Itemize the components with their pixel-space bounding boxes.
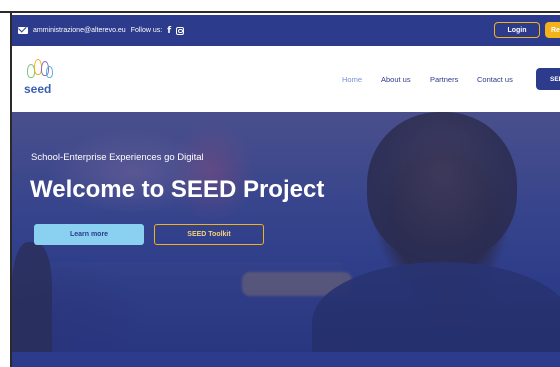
login-button[interactable]: Login bbox=[494, 22, 540, 38]
facebook-icon[interactable]: f bbox=[167, 26, 171, 36]
instagram-icon[interactable] bbox=[176, 26, 185, 35]
window-frame-left bbox=[0, 13, 12, 367]
contact-email-link[interactable]: amministrazione@alterevo.eu bbox=[33, 27, 126, 34]
main-navbar: seed Home About us Partners Contact us S… bbox=[12, 46, 560, 112]
register-button[interactable]: Reg bbox=[545, 22, 560, 38]
learn-more-button[interactable]: Learn more bbox=[34, 224, 144, 245]
hero-banner: School-Enterprise Experiences go Digital… bbox=[12, 112, 560, 352]
nav-partners[interactable]: Partners bbox=[430, 75, 458, 84]
bottom-band bbox=[12, 352, 560, 367]
follow-us-label: Follow us: bbox=[130, 27, 163, 34]
logo-leaf-blue bbox=[46, 66, 53, 78]
hero-title: Welcome to SEED Project bbox=[30, 176, 325, 203]
logo-wordmark: seed bbox=[24, 82, 52, 96]
nav-seed-button[interactable]: SEE bbox=[536, 68, 560, 90]
mail-icon bbox=[18, 27, 28, 34]
nav-home[interactable]: Home bbox=[342, 75, 362, 84]
hero-subtitle: School-Enterprise Experiences go Digital bbox=[31, 152, 204, 163]
nav-contact-us[interactable]: Contact us bbox=[477, 75, 513, 84]
window-frame-top bbox=[0, 0, 560, 13]
top-contact-bar: amministrazione@alterevo.eu Follow us: f… bbox=[12, 15, 560, 46]
nav-about-us[interactable]: About us bbox=[381, 75, 411, 84]
seed-logo[interactable]: seed bbox=[24, 56, 58, 100]
seed-toolkit-button[interactable]: SEED Toolkit bbox=[154, 224, 264, 245]
